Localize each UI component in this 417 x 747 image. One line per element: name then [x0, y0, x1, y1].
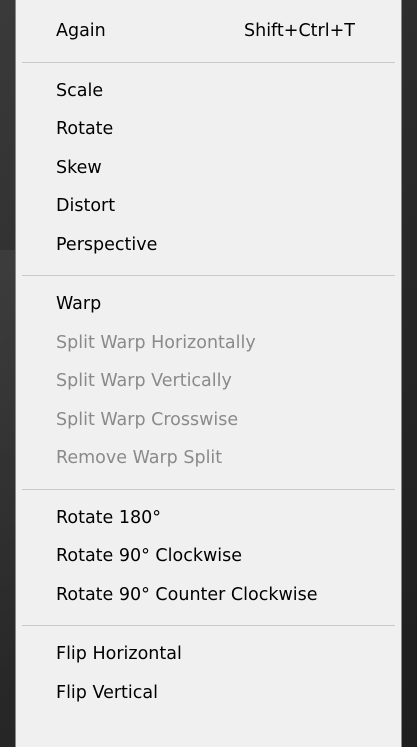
- menu-separator: [22, 488, 395, 490]
- menu-separator: [22, 625, 395, 626]
- transform-context-menu: Again Shift+Ctrl+T Scale Rotate Skew Dis…: [15, 0, 402, 747]
- menu-item-distort[interactable]: Distort: [16, 187, 401, 226]
- menu-item-flip-vertical[interactable]: Flip Vertical: [16, 674, 401, 713]
- menu-item-skew[interactable]: Skew: [16, 149, 401, 188]
- menu-item-split-warp-vertically: Split Warp Vertically: [56, 371, 232, 391]
- menu-item-shortcut: Shift+Ctrl+T: [244, 21, 355, 41]
- menu-item-scale[interactable]: Scale: [16, 72, 401, 111]
- menu-item-split-warp-crosswise: Split Warp Crosswise: [56, 409, 239, 430]
- menu-item-again[interactable]: Again Shift+Ctrl+T: [16, 12, 401, 51]
- menu-item-rotate-180[interactable]: Rotate 180°: [16, 499, 401, 538]
- menu-item-split-warp-horizontally: Split Warp Horizontally: [56, 332, 256, 353]
- menu-item-remove-warp-split: Remove Warp Split: [56, 448, 223, 468]
- menu-separator: [22, 275, 395, 276]
- menu-item-label: Again: [56, 21, 106, 41]
- menu-item-rotate[interactable]: Rotate: [16, 110, 401, 149]
- menu-item-warp[interactable]: Warp: [16, 285, 401, 324]
- menu-item-rotate-90-ccw[interactable]: Rotate 90° Counter Clockwise: [16, 576, 401, 615]
- menu-separator: [22, 61, 395, 63]
- menu-item-flip-horizontal[interactable]: Flip Horizontal: [16, 635, 401, 674]
- menu-item-perspective[interactable]: Perspective: [16, 226, 401, 265]
- menu-item-rotate-90-cw[interactable]: Rotate 90° Clockwise: [16, 537, 401, 576]
